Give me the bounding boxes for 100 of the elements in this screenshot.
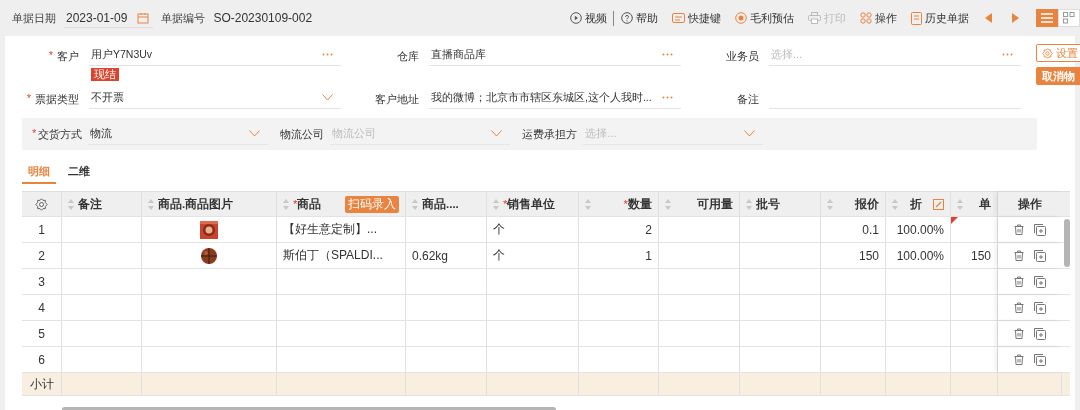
input-field[interactable]: 我的微博；北京市市辖区东城区,这个人我时... bbox=[429, 87, 681, 109]
chevron-down-icon bbox=[744, 130, 756, 137]
column-header[interactable]: 备注 bbox=[78, 197, 102, 210]
required-mark: * bbox=[26, 92, 31, 106]
sort-icon[interactable] bbox=[493, 198, 499, 210]
chevron-down-icon bbox=[322, 94, 333, 101]
row-number: 6 bbox=[38, 352, 45, 367]
sort-icon[interactable] bbox=[585, 198, 591, 210]
column-header[interactable]: 商品.商品图片 bbox=[158, 197, 234, 210]
toolbar-button[interactable]: 快捷键 bbox=[669, 10, 724, 26]
required-mark: * bbox=[48, 49, 53, 63]
toolbar-button[interactable]: 帮助 bbox=[618, 10, 661, 26]
keyboard-icon bbox=[672, 12, 685, 24]
settings-icon bbox=[1042, 47, 1053, 59]
field-label: 交货方式 bbox=[38, 126, 83, 142]
copy-icon[interactable] bbox=[1034, 301, 1046, 314]
table-cell: 0.62kg bbox=[412, 248, 449, 263]
input-field[interactable]: 用户Y7N3Uv bbox=[89, 44, 341, 66]
copy-icon[interactable] bbox=[1034, 223, 1046, 236]
field-label: 仓库 bbox=[397, 49, 419, 64]
field-label: 票据类型 bbox=[35, 92, 79, 107]
more-icon bbox=[662, 53, 673, 56]
table-cell: 个 bbox=[493, 247, 505, 264]
column-header[interactable]: 销售单位 bbox=[507, 197, 556, 210]
column-header[interactable]: 商品 bbox=[297, 197, 322, 210]
vertical-scrollbar[interactable] bbox=[1064, 219, 1070, 267]
row-number: 2 bbox=[38, 248, 45, 263]
input-field[interactable]: 直播商品库 bbox=[429, 44, 681, 66]
table-cell: 2 bbox=[645, 222, 652, 237]
column-header[interactable]: 单 bbox=[979, 197, 991, 210]
printer-icon bbox=[808, 12, 821, 24]
copy-icon[interactable] bbox=[1034, 353, 1046, 366]
sort-icon[interactable] bbox=[746, 198, 752, 210]
required-mark: * bbox=[623, 197, 628, 210]
date-label: 单据日期 bbox=[12, 10, 56, 26]
sort-icon[interactable] bbox=[665, 198, 671, 210]
toolbar-button[interactable]: 历史单据 bbox=[908, 10, 972, 26]
required-mark: * bbox=[503, 197, 508, 210]
row-number: 4 bbox=[38, 300, 45, 315]
previous-icon[interactable] bbox=[985, 13, 993, 23]
delete-icon[interactable] bbox=[1014, 276, 1024, 287]
tab[interactable]: 二维 bbox=[62, 162, 96, 184]
delete-icon[interactable] bbox=[1014, 224, 1024, 235]
order-number: SO-20230109-002 bbox=[213, 11, 313, 25]
table-cell: 0.1 bbox=[862, 222, 879, 237]
sort-icon[interactable] bbox=[892, 198, 898, 210]
grid-icon bbox=[860, 12, 872, 24]
next-icon[interactable] bbox=[1011, 13, 1019, 23]
grid-icon bbox=[1063, 12, 1075, 24]
table-cell: 1 bbox=[645, 248, 652, 263]
delete-icon[interactable] bbox=[1014, 354, 1024, 365]
more-icon bbox=[322, 53, 333, 56]
settings-icon[interactable] bbox=[35, 197, 48, 211]
column-header[interactable]: 商品.... bbox=[422, 197, 459, 210]
column-header[interactable]: 折 bbox=[909, 197, 922, 210]
delete-icon[interactable] bbox=[1014, 302, 1024, 313]
table-cell: 斯伯丁（SPALDI... bbox=[283, 247, 383, 264]
sort-icon[interactable] bbox=[148, 198, 154, 210]
copy-icon[interactable] bbox=[1034, 275, 1046, 288]
target-icon bbox=[735, 12, 747, 24]
table-cell: 100.00% bbox=[896, 248, 944, 263]
grid-view-button[interactable] bbox=[1058, 9, 1080, 27]
sort-icon[interactable] bbox=[68, 198, 74, 210]
row-number: 1 bbox=[38, 222, 45, 237]
delete-icon[interactable] bbox=[1014, 328, 1024, 339]
select-field[interactable]: 物流 bbox=[88, 123, 269, 145]
sort-icon[interactable] bbox=[412, 198, 418, 210]
more-icon bbox=[662, 96, 673, 99]
table-cell: 150 bbox=[970, 248, 991, 263]
sort-icon[interactable] bbox=[283, 198, 289, 210]
toolbar-button[interactable]: 视频 bbox=[567, 10, 614, 26]
edit-icon[interactable] bbox=[933, 198, 944, 210]
copy-icon[interactable] bbox=[1034, 249, 1046, 262]
number-label: 单据编号 bbox=[161, 10, 206, 26]
chevron-down-icon bbox=[491, 130, 503, 137]
more-icon bbox=[1002, 53, 1013, 56]
field-label: 客户地址 bbox=[375, 92, 419, 107]
required-mark: * bbox=[293, 197, 298, 210]
toolbar-button[interactable]: 毛利预估 bbox=[732, 10, 797, 26]
table-cell: 150 bbox=[858, 248, 879, 263]
column-header[interactable]: 可用量 bbox=[697, 197, 733, 210]
delete-icon[interactable] bbox=[1014, 250, 1024, 261]
select-field[interactable]: 不开票 bbox=[89, 87, 341, 109]
document-icon bbox=[911, 11, 922, 25]
sort-icon[interactable] bbox=[827, 198, 833, 210]
field-label: 客户 bbox=[57, 49, 79, 64]
copy-icon[interactable] bbox=[1034, 327, 1046, 340]
sort-icon[interactable] bbox=[957, 198, 963, 210]
chevron-down-icon bbox=[249, 130, 261, 137]
subtotal-label: 小计 bbox=[29, 375, 54, 393]
table-cell: 【好生意定制】... bbox=[283, 221, 377, 238]
column-header[interactable]: 报价 bbox=[855, 197, 879, 210]
field-label: 业务员 bbox=[726, 49, 759, 64]
list-view-button[interactable] bbox=[1036, 9, 1058, 27]
field-label: 备注 bbox=[737, 92, 759, 107]
toolbar-button[interactable]: 操作 bbox=[857, 10, 900, 26]
date-field[interactable]: 2023-01-09 bbox=[64, 8, 154, 28]
column-header[interactable]: 数量 bbox=[628, 197, 652, 210]
calendar-icon bbox=[137, 11, 150, 24]
column-header[interactable]: 批号 bbox=[756, 197, 780, 210]
